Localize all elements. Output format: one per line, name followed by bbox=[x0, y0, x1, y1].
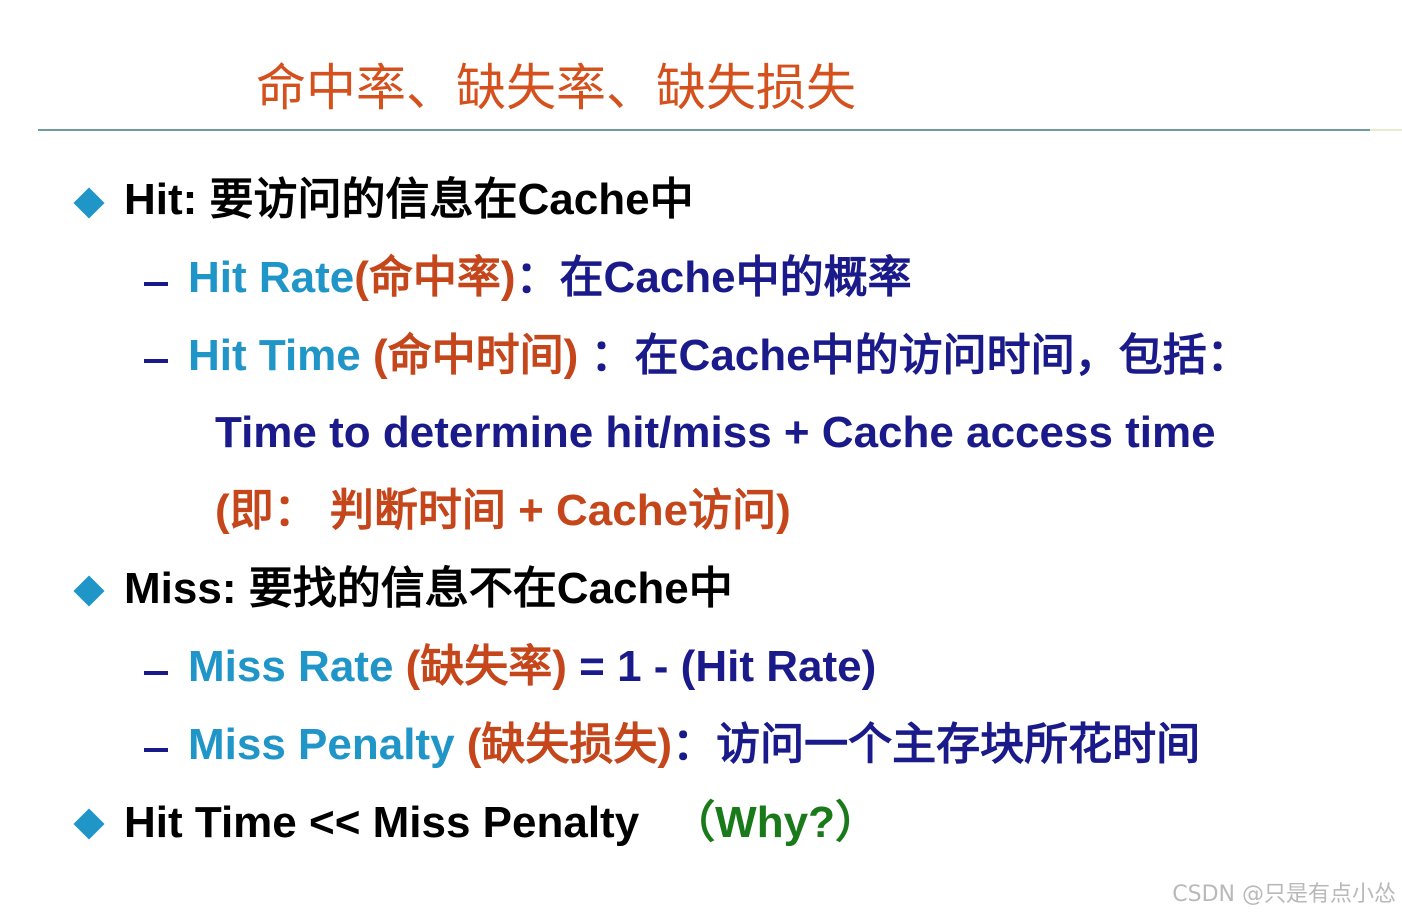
hit-time-description: ：在Cache中的访问时间，包括： bbox=[578, 331, 1251, 380]
sub-bullet-hit-rate: Hit Rate(命中率)：在Cache中的概率 bbox=[188, 246, 912, 310]
hit-time-formula: Time to determine hit/miss + Cache acces… bbox=[215, 408, 1216, 457]
hit-label: Hit: bbox=[124, 175, 198, 224]
bullet-miss: Miss: 要找的信息不在Cache中 bbox=[124, 557, 733, 621]
slide-title: 命中率、缺失率、缺失损失 bbox=[256, 59, 856, 117]
hit-time-term: Hit Time bbox=[188, 331, 374, 380]
csdn-watermark: CSDN @只是有点小怂 bbox=[1172, 882, 1396, 907]
dash-icon bbox=[144, 748, 168, 752]
compare-text: Hit Time << Miss Penalty bbox=[124, 798, 640, 847]
hit-time-chinese-term: (命中时间) bbox=[373, 331, 579, 380]
dash-icon bbox=[144, 671, 168, 675]
miss-rate-description: = 1 - (Hit Rate) bbox=[566, 642, 877, 691]
miss-description: 要找的信息不在Cache中 bbox=[236, 564, 733, 613]
bullet-hit: Hit: 要访问的信息在Cache中 bbox=[124, 168, 694, 232]
hit-rate-description: ：在Cache中的概率 bbox=[515, 253, 912, 302]
why-question: （Why?） bbox=[671, 798, 879, 847]
miss-rate-term: Miss Rate bbox=[188, 642, 406, 691]
diamond-icon bbox=[73, 187, 105, 219]
dash-icon bbox=[144, 359, 168, 363]
diamond-icon bbox=[73, 575, 105, 607]
hit-rate-chinese-term: (命中率) bbox=[354, 253, 516, 302]
sub-bullet-miss-rate: Miss Rate (缺失率) = 1 - (Hit Rate) bbox=[188, 635, 876, 699]
miss-penalty-description: ：访问一个主存块所花时间 bbox=[672, 720, 1201, 769]
title-divider-tail bbox=[1370, 129, 1402, 131]
hit-rate-term: Hit Rate bbox=[188, 253, 355, 302]
hit-time-note: (即： 判断时间 + Cache访问) bbox=[215, 486, 791, 535]
miss-rate-chinese-term: (缺失率) bbox=[405, 642, 567, 691]
miss-penalty-term: Miss Penalty bbox=[188, 720, 467, 769]
bullet-compare: Hit Time << Miss Penalty （Why?） bbox=[124, 791, 879, 855]
diamond-icon bbox=[73, 808, 105, 840]
dash-icon bbox=[144, 282, 168, 286]
sub-bullet-miss-penalty: Miss Penalty (缺失损失)：访问一个主存块所花时间 bbox=[188, 713, 1200, 777]
miss-penalty-chinese-term: (缺失损失) bbox=[466, 720, 673, 769]
title-divider bbox=[38, 129, 1370, 131]
sub-bullet-hit-time: Hit Time (命中时间) ：在Cache中的访问时间，包括： bbox=[188, 324, 1251, 388]
miss-label: Miss: bbox=[124, 564, 237, 613]
hit-description: 要访问的信息在Cache中 bbox=[197, 175, 694, 224]
